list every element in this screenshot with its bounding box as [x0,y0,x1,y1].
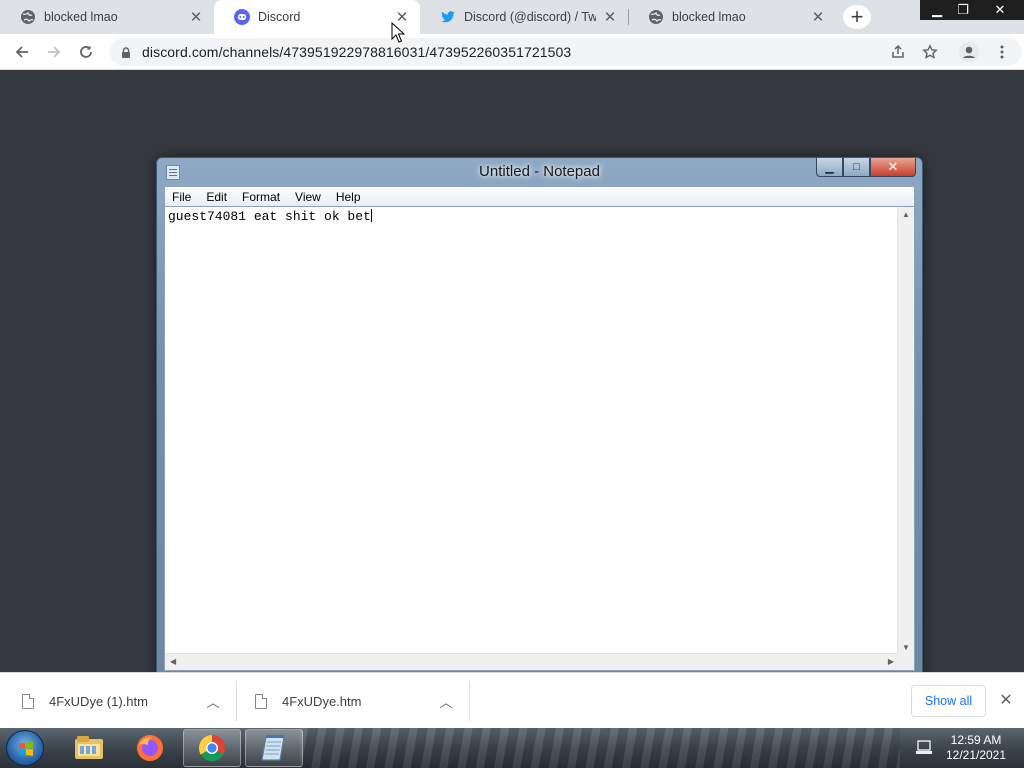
minimize-icon[interactable]: ▁ [924,0,950,20]
globe-icon [20,9,36,25]
text-caret [370,209,372,222]
profile-avatar-icon[interactable] [957,40,981,64]
scroll-up-icon[interactable]: ▲ [902,210,910,219]
notepad-window-controls: ▁ □ ✕ [816,158,916,177]
firefox-icon [137,735,163,761]
notepad-maximize-button[interactable]: □ [843,158,870,177]
tab-label: blocked lmao [44,10,118,24]
start-button[interactable] [6,730,44,766]
notepad-close-button[interactable]: ✕ [870,158,916,177]
menu-file[interactable]: File [165,190,199,204]
lock-icon[interactable] [120,46,132,58]
system-tray: 12:59 AM 12/21/2021 [905,728,1024,768]
browser-menu-icon[interactable] [990,40,1014,64]
divider [469,681,470,721]
scroll-left-icon[interactable]: ◀ [170,657,176,666]
download-item[interactable]: 4FxUDye.htm [255,673,465,729]
notepad-content-text: guest74081 eat shit ok bet [168,209,371,224]
divider [236,681,237,721]
notepad-window[interactable]: Untitled - Notepad ▁ □ ✕ File Edit Forma… [156,157,923,679]
chrome-icon [198,734,226,762]
explorer-icon [75,736,103,759]
notepad-titlebar[interactable]: Untitled - Notepad ▁ □ ✕ [157,158,922,186]
notepad-menubar: File Edit Format View Help [164,186,915,206]
download-shelf: 4FxUDye (1).htm ︿ 4FxUDye.htm ︿ Show all… [0,672,1024,728]
restore-icon[interactable]: ❐ [950,0,976,20]
mouse-cursor-icon [391,22,405,43]
menu-view[interactable]: View [288,190,329,204]
back-button[interactable] [10,40,34,64]
chevron-up-icon[interactable]: ︿ [438,693,454,710]
forward-button[interactable] [42,40,66,64]
clock-date: 12/21/2021 [945,748,1007,762]
close-icon[interactable]: ✕ [997,691,1015,709]
tab-label: Discord [258,10,301,24]
taskbar-texture [300,728,900,768]
download-filename: 4FxUDye (1).htm [49,693,148,709]
file-icon [22,693,34,709]
resize-grip[interactable] [897,653,914,670]
taskbar-clock[interactable]: 12:59 AM 12/21/2021 [941,733,1011,763]
tab-close-icon[interactable]: ✕ [602,9,618,26]
menu-help[interactable]: Help [329,190,369,204]
new-tab-button[interactable]: + [843,5,871,29]
firefox-taskbar-button[interactable] [121,729,179,767]
tab-blocked-lmao-1[interactable]: blocked lmao ✕ [0,0,214,34]
tab-close-icon[interactable]: ✕ [188,9,204,26]
notepad-title: Untitled - Notepad [479,163,600,180]
vertical-scrollbar[interactable]: ▲ ▼ [897,207,914,655]
tab-close-icon[interactable]: ✕ [810,9,826,26]
tab-label: Discord (@discord) / Twitte [464,10,596,24]
chevron-up-icon[interactable]: ︿ [205,693,221,710]
window-controls: ▁ ❐ ✕ [920,0,1024,20]
show-all-button[interactable]: Show all [911,685,986,717]
menu-edit[interactable]: Edit [199,190,235,204]
notepad-text-area[interactable]: guest74081 eat shit ok bet ▲ ▼ ◀ ▶ [164,206,915,671]
download-item[interactable]: 4FxUDye (1).htm [22,673,232,729]
reload-button[interactable] [74,40,98,64]
explorer-taskbar-button[interactable] [60,729,118,767]
windows-logo-icon [19,741,33,756]
notepad-icon [261,735,285,761]
clock-time: 12:59 AM [950,733,1002,747]
scroll-down-icon[interactable]: ▼ [902,643,910,652]
windows-taskbar: 12:59 AM 12/21/2021 [0,728,1024,768]
close-window-icon[interactable]: ✕ [980,0,1020,20]
file-icon [255,693,267,709]
discord-icon [234,9,250,25]
scroll-right-icon[interactable]: ▶ [888,657,894,666]
tab-blocked-lmao-2[interactable]: blocked lmao ✕ [628,0,836,34]
browser-tab-strip: blocked lmao ✕ Discord ✕ Discord (@disco… [0,0,1024,34]
browser-toolbar: discord.com/channels/473951922978816031/… [0,34,1024,70]
download-filename: 4FxUDye.htm [282,693,362,709]
chrome-taskbar-button[interactable] [183,729,241,767]
tab-label: blocked lmao [672,10,746,24]
tab-discord[interactable]: Discord ✕ [214,0,420,34]
notepad-taskbar-button[interactable] [245,729,303,767]
bookmark-star-icon[interactable] [918,40,942,64]
tab-discord-twitter[interactable]: Discord (@discord) / Twitte ✕ [420,0,628,34]
notepad-minimize-button[interactable]: ▁ [816,158,843,177]
network-icon[interactable] [915,739,933,757]
globe-icon [648,9,664,25]
share-icon[interactable] [886,40,910,64]
notepad-content: guest74081 eat shit ok bet [168,209,372,224]
menu-format[interactable]: Format [235,190,288,204]
horizontal-scrollbar[interactable]: ◀ ▶ [165,653,899,670]
url-text: discord.com/channels/473951922978816031/… [142,44,572,60]
twitter-icon [440,9,456,25]
